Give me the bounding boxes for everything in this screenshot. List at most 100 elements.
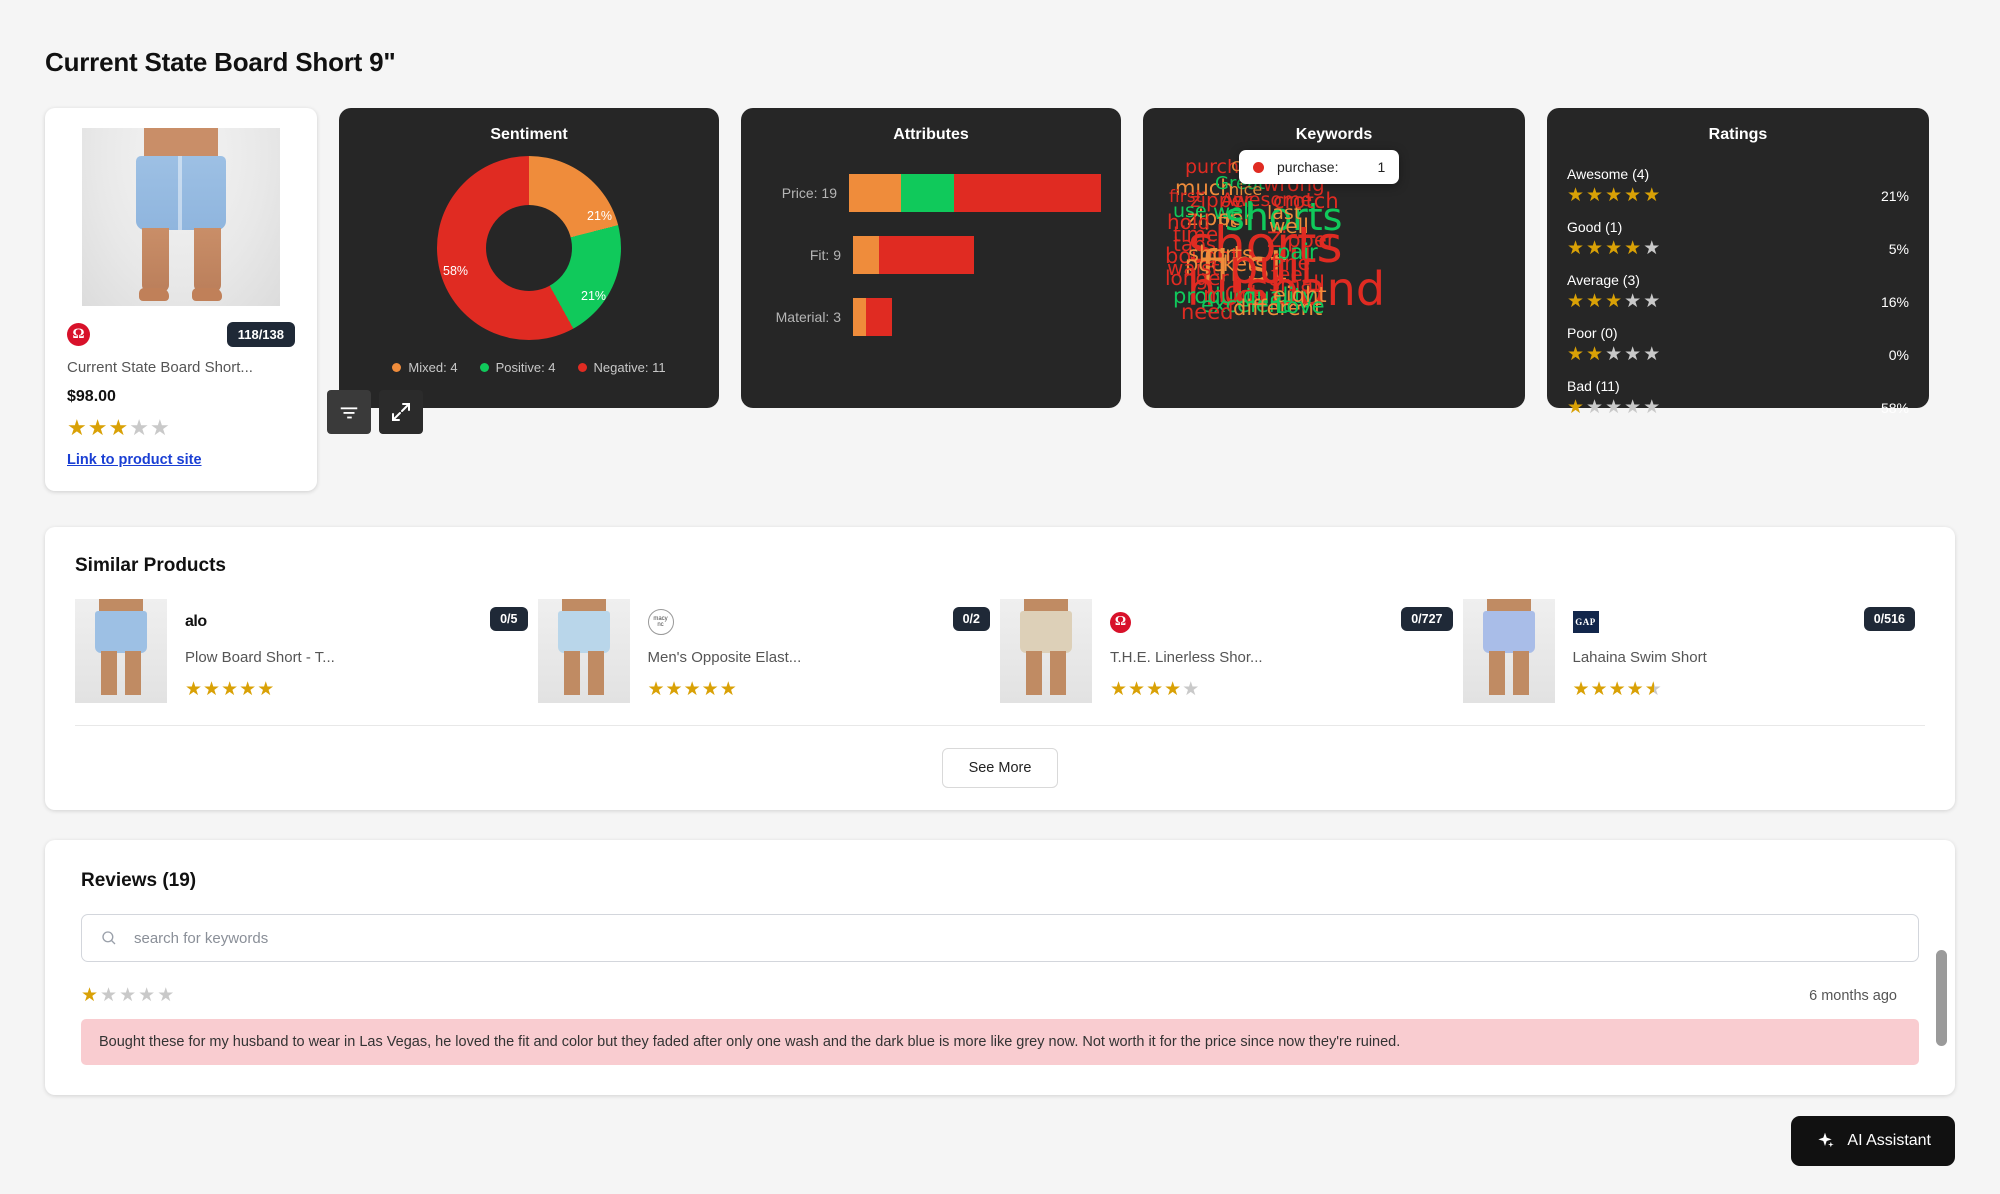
similar-product-item[interactable]: GAP Lahaina Swim Short ★★★★★ 0/516 [1462, 599, 1926, 703]
rating-label: Bad (11) [1567, 378, 1620, 394]
rating-stars: ★★★★★ [1567, 398, 1662, 417]
chart-tools [327, 390, 423, 434]
legend-item-positive[interactable]: Positive: 4 [479, 360, 556, 375]
keywords-card: Keywords purchasemuchGreatcolormiddlenon… [1143, 108, 1525, 408]
sparkle-icon [1818, 1132, 1835, 1148]
reviews-title: Reviews (19) [81, 870, 197, 891]
star-half: ★ [1644, 679, 1663, 700]
attribute-segment-mixed [853, 298, 866, 336]
app-root: Current State Board Short 9" Ω 118/138 C… [0, 0, 2000, 1194]
attribute-segment-negative [879, 236, 974, 274]
star-filled: ★ [1567, 238, 1587, 259]
sentiment-donut-chart[interactable]: 21% 21% 58% [359, 152, 699, 352]
attribute-segment-positive [901, 174, 954, 212]
similar-product-stars: ★★★★★ [648, 680, 1001, 699]
review-text: Bought these for my husband to wear in L… [81, 1019, 1919, 1065]
filter-icon [340, 407, 358, 419]
rating-label: Average (3) [1567, 272, 1640, 288]
lululemon-logo-icon: Ω [67, 322, 90, 346]
legend-dot-positive [479, 363, 489, 372]
see-more-button[interactable]: See More [941, 748, 1059, 788]
reviews-scrollbar[interactable] [1936, 950, 1947, 1046]
search-input[interactable] [134, 929, 1900, 947]
star-filled: ★ [1605, 185, 1625, 206]
rating-percent: 21% [1880, 187, 1909, 204]
star-filled: ★ [1643, 185, 1663, 206]
rating-percent: 5% [1888, 240, 1909, 257]
star-filled: ★ [1164, 679, 1183, 700]
attribute-row-fit[interactable]: Fit: 9 [761, 236, 1101, 274]
attribute-row-price[interactable]: Price: 19 [761, 174, 1101, 212]
attribute-row-material[interactable]: Material: 3 [761, 298, 1101, 336]
similar-product-image [1000, 599, 1092, 703]
rating-row[interactable]: Bad (11) ★★★★★ 58% [1567, 378, 1909, 417]
attributes-chart: Price: 19 Fit: 9 Material: 3 [761, 174, 1101, 336]
similar-products-title: Similar Products [75, 555, 226, 576]
similar-product-item[interactable]: macy nc Men's Opposite Elast... ★★★★★ 0/2 [537, 599, 1001, 703]
top-row: Ω 118/138 Current State Board Short... $… [45, 108, 1955, 491]
similar-product-brand: macy nc [647, 609, 1001, 635]
legend-dot-mixed [392, 363, 402, 372]
product-price: $98.00 [67, 388, 116, 405]
donut-label-mixed: 21% [587, 209, 613, 223]
donut-label-negative: 58% [443, 264, 469, 278]
similar-product-item[interactable]: Ω T.H.E. Linerless Shor... ★★★★★ 0/727 [1000, 599, 1463, 703]
star-filled: ★ [1567, 344, 1587, 365]
star-filled: ★ [1110, 679, 1129, 700]
attribute-segment-negative [954, 174, 1101, 212]
ratings-list: Awesome (4) ★★★★★ 21% Good (1) ★★★★★ 5% Averag… [1567, 166, 1909, 417]
star-filled: ★ [665, 679, 684, 700]
star-empty: ★ [1624, 397, 1644, 418]
product-brand-row: Ω 118/138 [67, 321, 295, 347]
star-filled: ★ [1146, 679, 1165, 700]
star-filled: ★ [1608, 679, 1627, 700]
legend-item-negative[interactable]: Negative: 11 [577, 360, 666, 375]
star-filled: ★ [1567, 185, 1587, 206]
attribute-segment-negative [866, 298, 892, 336]
keyword-word[interactable]: need [1181, 302, 1233, 323]
similar-products-list: alo Plow Board Short - T... ★★★★★ 0/5 macy nc… [75, 599, 1925, 726]
legend-item-mixed[interactable]: Mixed: 4 [392, 360, 458, 375]
tooltip-dot [1253, 161, 1264, 173]
ai-assistant-label: AI Assistant [1847, 1132, 1931, 1149]
star-filled: ★ [239, 679, 258, 700]
rating-row[interactable]: Poor (0) ★★★★★ 0% [1567, 325, 1909, 364]
similar-product-item[interactable]: alo Plow Board Short - T... ★★★★★ 0/5 [75, 599, 538, 703]
alo-logo-icon: alo [185, 613, 207, 630]
product-rating-stars: ★★★★★ [67, 415, 171, 440]
keyword-tooltip: purchase: 1 [1239, 150, 1400, 184]
ai-assistant-button[interactable]: AI Assistant [1791, 1116, 1955, 1166]
product-site-link[interactable]: Link to product site [67, 452, 202, 468]
star-filled: ★ [1590, 679, 1609, 700]
star-filled: ★ [1586, 238, 1606, 259]
keywords-title: Keywords [1295, 126, 1373, 143]
tooltip-label: purchase: [1277, 159, 1339, 175]
keyword-word[interactable]: crotch [1273, 191, 1339, 212]
ratings-card: Ratings Awesome (4) ★★★★★ 21% Good (1) ★★★★★… [1547, 108, 1929, 417]
filter-icon-button[interactable] [327, 390, 371, 434]
donut-ring [437, 156, 621, 340]
star-filled: ★ [1624, 185, 1644, 206]
attribute-label-price: Price: 19 [781, 185, 837, 201]
star-filled: ★ [719, 679, 738, 700]
rating-row[interactable]: Good (1) ★★★★★ 5% [1567, 219, 1909, 258]
star-empty: ★ [1605, 397, 1625, 418]
attribute-label-material: Material: 3 [775, 309, 841, 325]
sentiment-card: Sentiment 21% 21% 58% Mixed: 4 Positive:… [327, 108, 719, 434]
product-card[interactable]: Ω 118/138 Current State Board Short... $… [45, 108, 317, 491]
rating-row[interactable]: Awesome (4) ★★★★★ 21% [1567, 166, 1909, 205]
similar-product-badge: 0/5 [490, 607, 528, 631]
rating-label: Poor (0) [1567, 325, 1618, 341]
review-timestamp: 6 months ago [1809, 987, 1897, 1004]
star-empty: ★ [1605, 344, 1625, 365]
similar-product-badge: 0/516 [1863, 607, 1915, 631]
star-filled: ★ [1586, 344, 1606, 365]
reviews-search-box[interactable] [81, 914, 1919, 962]
keyword-word[interactable]: Love [1275, 296, 1325, 317]
review-count-badge: 118/138 [226, 321, 295, 347]
rating-row[interactable]: Average (3) ★★★★★ 16% [1567, 272, 1909, 311]
star-empty: ★ [1182, 679, 1201, 700]
expand-icon-button[interactable] [379, 390, 423, 434]
star-empty: ★ [1586, 397, 1606, 418]
star-filled: ★ [1605, 291, 1625, 312]
